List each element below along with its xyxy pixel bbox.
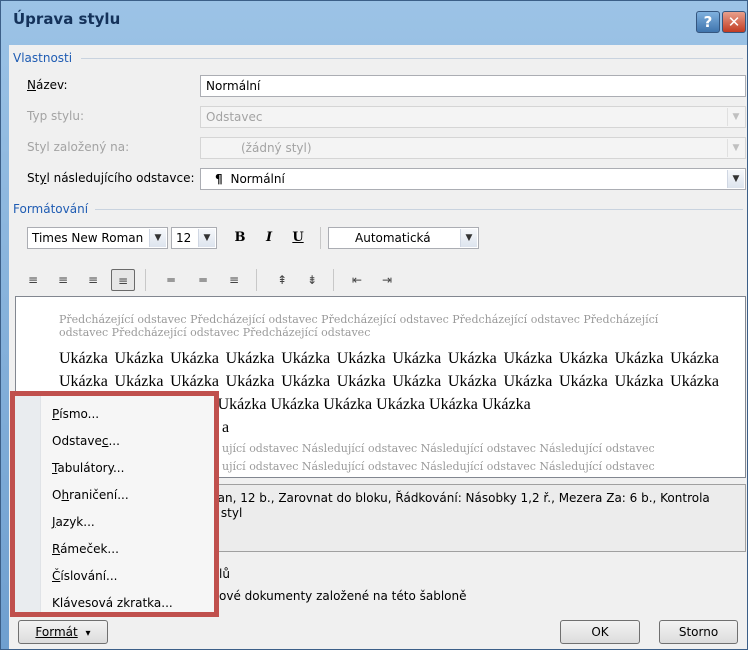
toolbar-separator (333, 269, 334, 291)
close-icon: ✕ (727, 13, 741, 31)
double-spacing-icon: ≡ (228, 273, 240, 287)
menu-icon-strip (15, 396, 41, 612)
align-left-icon: ≡ (27, 273, 39, 287)
outdent-icon: ⇤ (351, 273, 363, 287)
close-button[interactable]: ✕ (722, 11, 746, 33)
cancel-button[interactable]: Storno (659, 620, 738, 644)
font-select[interactable]: Times New Roman ▼ (27, 227, 168, 249)
one-half-spacing-button[interactable]: ═ (191, 269, 215, 291)
spacing-before-icon: ⇞ (276, 273, 288, 287)
single-spacing-button[interactable]: ═ (159, 269, 183, 291)
align-right-icon: ≡ (87, 273, 99, 287)
underline-button[interactable]: U (287, 228, 309, 248)
divider (95, 209, 743, 210)
align-center-button[interactable]: ≡ (51, 269, 75, 291)
based-on-select: (žádný styl) ▼ (200, 137, 746, 159)
menu-item-frame[interactable]: Rámeček... (52, 540, 119, 558)
caret-down-icon: ▾ (85, 628, 91, 639)
bold-button[interactable]: B (229, 228, 251, 248)
style-type-value: Odstavec (206, 110, 263, 124)
menu-item-font[interactable]: Písmo... (52, 405, 99, 423)
chevron-down-icon: ▼ (727, 139, 744, 157)
font-size-select[interactable]: 12 ▼ (171, 227, 217, 249)
sample-text-tail: a (222, 419, 230, 436)
following-paragraph-line-1: ující odstavec Následující odstavec Násl… (222, 442, 655, 455)
one-half-spacing-icon: ═ (199, 273, 207, 287)
format-dropdown-menu: Písmo... Odstavec... Tabulátory... Ohran… (10, 391, 219, 617)
spacing-after-icon: ⇟ (306, 273, 318, 287)
menu-item-language[interactable]: Jazyk... (52, 513, 95, 531)
title-bar[interactable]: Úprava stylu ? ✕ (1, 1, 748, 43)
based-on-label: Styl založený na: (27, 140, 130, 154)
description-line-1: nan, 12 b., Zarovnat do bloku, Řádkování… (210, 491, 710, 505)
divider (81, 58, 743, 59)
dialog-window: Úprava stylu ? ✕ Vlastnosti Název: Normá… (0, 0, 748, 650)
justify-icon: ≡ (117, 274, 129, 288)
template-documents-option-label[interactable]: ové dokumenty založené na této šabloně (219, 589, 467, 603)
style-type-label: Typ stylu: (27, 109, 85, 123)
chevron-down-icon[interactable]: ▼ (149, 229, 166, 247)
indent-icon: ⇥ (381, 273, 393, 287)
toolbar-separator (256, 269, 257, 291)
chevron-down-icon[interactable]: ▼ (198, 229, 215, 247)
next-style-value: Normální (230, 172, 285, 186)
font-color-select[interactable]: Automatická ▼ (328, 227, 479, 249)
increase-spacing-button[interactable]: ⇞ (270, 269, 294, 291)
menu-item-paragraph[interactable]: Odstavec... (52, 432, 120, 450)
description-line-2: ý styl (210, 506, 243, 520)
toolbar-separator (320, 227, 321, 249)
italic-button[interactable]: I (258, 228, 280, 248)
decrease-spacing-button[interactable]: ⇟ (300, 269, 324, 291)
following-paragraph-line-2: ující odstavec Následující odstavec Násl… (222, 460, 655, 473)
double-spacing-button[interactable]: ≡ (222, 269, 246, 291)
chevron-down-icon[interactable]: ▼ (460, 229, 477, 247)
properties-group-title: Vlastnosti (13, 51, 73, 65)
next-style-select[interactable]: ¶ Normální ▼ (200, 168, 746, 190)
chevron-down-icon: ▼ (727, 108, 744, 126)
menu-item-borders[interactable]: Ohraničení... (52, 486, 129, 504)
formatting-group-title: Formátování (13, 202, 89, 216)
font-value: Times New Roman (32, 231, 144, 245)
menu-item-shortcut-key[interactable]: Klávesová zkratka... (52, 594, 173, 612)
toolbar-separator (145, 269, 146, 291)
decrease-indent-button[interactable]: ⇤ (345, 269, 369, 291)
help-button[interactable]: ? (696, 11, 720, 33)
previous-paragraph-text: Předcházející odstavec Předcházející ods… (59, 313, 659, 339)
align-right-button[interactable]: ≡ (81, 269, 105, 291)
font-size-value: 12 (176, 231, 192, 245)
menu-item-tabs[interactable]: Tabulátory... (52, 459, 124, 477)
next-style-label: Styl následujícího odstavce: (27, 171, 195, 185)
name-label: Název: (27, 78, 68, 92)
help-icon: ? (703, 13, 713, 31)
font-color-value: Automatická (355, 231, 431, 245)
quick-styles-option-label[interactable]: lů (219, 567, 230, 581)
menu-item-numbering[interactable]: Číslování... (52, 567, 118, 585)
name-input[interactable]: Normální (200, 75, 746, 97)
align-center-icon: ≡ (57, 273, 69, 287)
chevron-down-icon[interactable]: ▼ (727, 170, 744, 188)
format-button-label: Formát (35, 625, 78, 639)
increase-indent-button[interactable]: ⇥ (375, 269, 399, 291)
style-type-select: Odstavec ▼ (200, 106, 746, 128)
dialog-title: Úprava stylu (13, 10, 121, 28)
paragraph-icon: ¶ (215, 172, 223, 186)
align-left-button[interactable]: ≡ (21, 269, 45, 291)
single-spacing-icon: ═ (167, 273, 175, 287)
format-menu-button[interactable]: Formát ▾ (18, 620, 108, 644)
name-value: Normální (206, 79, 261, 93)
justify-button[interactable]: ≡ (111, 269, 135, 291)
based-on-value: (žádný styl) (241, 141, 312, 155)
ok-button[interactable]: OK (560, 620, 640, 644)
